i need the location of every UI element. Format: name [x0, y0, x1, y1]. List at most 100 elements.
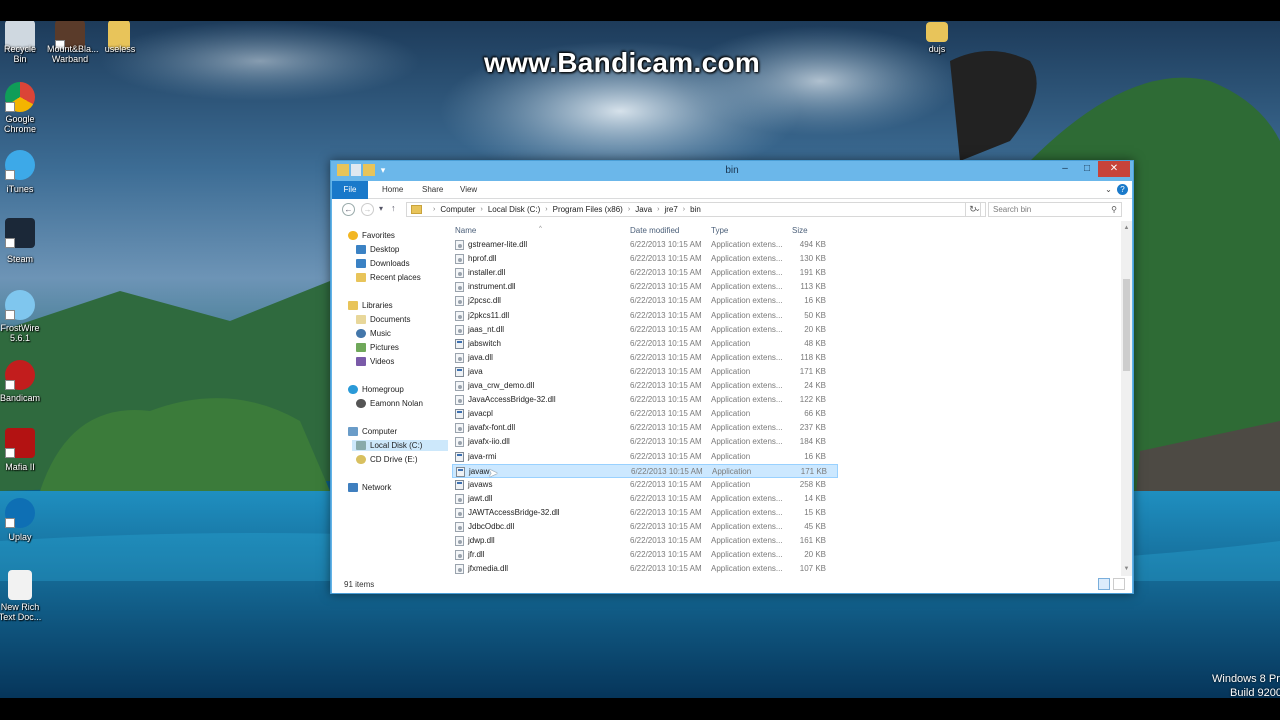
- file-row[interactable]: JAWTAccessBridge-32.dll 6/22/2013 10:15 A…: [452, 506, 838, 520]
- folder-icon: [926, 22, 948, 42]
- file-row[interactable]: javafx-iio.dll 6/22/2013 10:15 AM Applicat…: [452, 435, 838, 449]
- file-type: Application extens...: [711, 352, 783, 362]
- file-row[interactable]: gstreamer-lite.dll 6/22/2013 10:15 AM Appl…: [452, 238, 838, 252]
- file-type: Application extens...: [711, 254, 783, 264]
- nav-recent-places[interactable]: Recent places: [356, 273, 421, 282]
- file-row[interactable]: java_crw_demo.dll 6/22/2013 10:15 AM Appli…: [452, 379, 838, 393]
- window-title: bin: [725, 165, 739, 176]
- file-row[interactable]: jfr.dll 6/22/2013 10:15 AM Application ext…: [452, 548, 838, 562]
- address-bar[interactable]: › Computer › Local Disk (C:) › Program F…: [406, 202, 986, 217]
- nav-libraries[interactable]: Libraries: [348, 301, 393, 310]
- nav-desktop[interactable]: Desktop: [356, 245, 399, 254]
- file-row[interactable]: j2pcsc.dll 6/22/2013 10:15 AM Application …: [452, 294, 838, 308]
- file-size: 184 KB: [799, 437, 826, 447]
- mafia-icon: [5, 428, 35, 458]
- file-row[interactable]: installer.dll 6/22/2013 10:15 AM Applicati…: [452, 266, 838, 280]
- file-row[interactable]: jaas_nt.dll 6/22/2013 10:15 AM Application…: [452, 323, 838, 337]
- file-type: Application extens...: [711, 268, 783, 278]
- column-header-name[interactable]: Name ^: [455, 226, 542, 235]
- scroll-down-icon[interactable]: ▼: [1121, 564, 1132, 574]
- close-button[interactable]: ✕: [1098, 161, 1130, 177]
- maximize-button[interactable]: □: [1076, 161, 1098, 177]
- forward-button[interactable]: →: [361, 203, 374, 216]
- documents-icon: [356, 315, 366, 324]
- nav-homegroup[interactable]: Homegroup: [348, 385, 404, 394]
- file-row[interactable]: jabswitch 6/22/2013 10:15 AM Application 48…: [452, 337, 838, 351]
- file-row[interactable]: jfxmedia.dll 6/22/2013 10:15 AM Applicatio…: [452, 562, 838, 576]
- file-size: 130 KB: [799, 254, 826, 264]
- file-size: 66 KB: [804, 409, 826, 419]
- icon-label: Bandicam: [0, 393, 41, 403]
- breadcrumb-local-disk[interactable]: Local Disk (C:): [488, 205, 540, 214]
- tab-file[interactable]: File: [332, 181, 368, 199]
- file-date: 6/22/2013 10:15 AM: [630, 268, 702, 278]
- column-header-type[interactable]: Type: [711, 226, 728, 235]
- nav-user[interactable]: Eamonn Nolan: [356, 399, 423, 408]
- file-row[interactable]: jdwp.dll 6/22/2013 10:15 AM Application ex…: [452, 534, 838, 548]
- tab-view[interactable]: View: [450, 181, 487, 199]
- icon-label: Steam: [6, 254, 33, 264]
- column-header-date[interactable]: Date modified: [630, 226, 679, 235]
- file-date: 6/22/2013 10:15 AM: [630, 536, 702, 546]
- breadcrumb-jre7[interactable]: jre7: [664, 205, 677, 214]
- icon-label: dujs: [928, 44, 946, 54]
- status-bar: 91 items: [332, 576, 1132, 593]
- nav-favorites[interactable]: Favorites: [348, 231, 395, 240]
- breadcrumb-program-files[interactable]: Program Files (x86): [553, 205, 623, 214]
- file-row[interactable]: JavaAccessBridge-32.dll 6/22/2013 10:15 A…: [452, 393, 838, 407]
- file-row[interactable]: java 6/22/2013 10:15 AM Application 171 KB: [452, 365, 838, 379]
- vertical-scrollbar[interactable]: ▲ ▼: [1121, 221, 1132, 576]
- column-header-size[interactable]: Size: [792, 226, 808, 235]
- file-row[interactable]: javaws 6/22/2013 10:15 AM Application 258 K…: [452, 478, 838, 492]
- scrollbar-thumb[interactable]: [1123, 279, 1130, 371]
- breadcrumb-java[interactable]: Java: [635, 205, 652, 214]
- file-type: Application extens...: [711, 564, 783, 574]
- nav-network[interactable]: Network: [348, 483, 391, 492]
- file-row[interactable]: java.dll 6/22/2013 10:15 AM Application ex…: [452, 351, 838, 365]
- help-icon[interactable]: ?: [1117, 184, 1128, 195]
- tab-home[interactable]: Home: [372, 181, 413, 199]
- expand-ribbon-icon[interactable]: ⌄: [1105, 185, 1112, 194]
- file-date: 6/22/2013 10:15 AM: [630, 507, 702, 517]
- search-input[interactable]: Search bin ⚲: [988, 202, 1122, 217]
- details-view-button[interactable]: [1098, 578, 1110, 590]
- file-row[interactable]: jawt.dll 6/22/2013 10:15 AM Application ex…: [452, 492, 838, 506]
- file-row[interactable]: java-rmi 6/22/2013 10:15 AM Application 16 …: [452, 450, 838, 464]
- breadcrumb-bin[interactable]: bin: [690, 205, 701, 214]
- breadcrumb-computer[interactable]: Computer: [440, 205, 475, 214]
- file-name: hprof.dll: [468, 254, 497, 264]
- file-row[interactable]: javacpl 6/22/2013 10:15 AM Application 66 K…: [452, 407, 838, 421]
- nav-local-disk[interactable]: Local Disk (C:): [352, 440, 448, 451]
- title-bar[interactable]: ▾ bin – □ ✕: [331, 161, 1133, 181]
- application-file-icon: [455, 338, 464, 349]
- large-icons-view-button[interactable]: [1113, 578, 1125, 590]
- nav-pictures[interactable]: Pictures: [356, 343, 399, 352]
- file-row[interactable]: instrument.dll 6/22/2013 10:15 AM Applicat…: [452, 280, 838, 294]
- minimize-button[interactable]: –: [1054, 161, 1076, 177]
- refresh-button[interactable]: ↻: [965, 202, 981, 217]
- nav-computer[interactable]: Computer: [348, 427, 397, 436]
- navigation-pane: Favorites Desktop Downloads Recent place…: [332, 221, 450, 576]
- nav-videos[interactable]: Videos: [356, 357, 394, 366]
- nav-documents[interactable]: Documents: [356, 315, 410, 324]
- file-row[interactable]: JdbcOdbc.dll 6/22/2013 10:15 AM Applicatio…: [452, 520, 838, 534]
- file-row[interactable]: hprof.dll 6/22/2013 10:15 AM Application e…: [452, 252, 838, 266]
- file-size: 45 KB: [804, 522, 826, 531]
- icon-label: Mount&Bla... Warband: [47, 44, 99, 64]
- address-row: ← → ▾ ↑ › Computer › Local Disk (C:) › P…: [332, 199, 1132, 221]
- star-icon: [348, 231, 358, 240]
- nav-music[interactable]: Music: [356, 329, 391, 338]
- nav-downloads[interactable]: Downloads: [356, 259, 410, 268]
- nav-cd-drive[interactable]: CD Drive (E:): [356, 455, 418, 464]
- back-button[interactable]: ←: [342, 203, 355, 216]
- file-row[interactable]: j2pkcs11.dll 6/22/2013 10:15 AM Applicatio…: [452, 309, 838, 323]
- file-row[interactable]: javafx-font.dll 6/22/2013 10:15 AM Applica…: [452, 421, 838, 435]
- dll-file-icon: [455, 395, 464, 406]
- homegroup-icon: [348, 385, 358, 394]
- tab-share[interactable]: Share: [412, 181, 453, 199]
- scroll-up-icon[interactable]: ▲: [1121, 223, 1132, 233]
- dll-file-icon: [455, 522, 464, 532]
- up-button[interactable]: ↑: [391, 203, 396, 213]
- recent-locations-icon[interactable]: ▾: [379, 204, 383, 213]
- file-row[interactable]: javaw 6/22/2013 10:15 AM Application 171 KB: [452, 463, 838, 478]
